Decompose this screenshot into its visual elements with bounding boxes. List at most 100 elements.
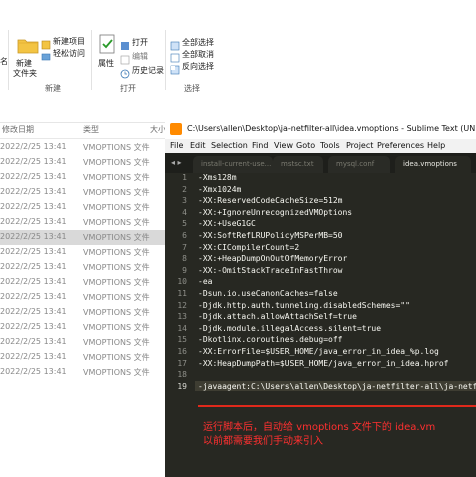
file-date: 2022/2/25 13:41 bbox=[0, 247, 67, 256]
edit-icon[interactable] bbox=[120, 50, 130, 65]
menu-find[interactable]: Find bbox=[252, 141, 268, 150]
sublime-logo-icon bbox=[170, 123, 182, 135]
file-date: 2022/2/25 13:41 bbox=[0, 337, 67, 346]
new-group-label: 新建 bbox=[45, 84, 61, 93]
code-line: -Dsun.io.useCanonCaches=false bbox=[198, 289, 338, 298]
partial-label: 名 bbox=[0, 57, 8, 66]
line-number: 18 bbox=[177, 370, 187, 380]
column-type-header[interactable]: 类型 bbox=[83, 124, 99, 135]
new-folder-icon[interactable] bbox=[17, 36, 39, 54]
properties-button[interactable]: 属性 bbox=[98, 58, 114, 69]
line-number: 10 bbox=[177, 277, 187, 287]
file-row[interactable]: 2022/2/25 13:41 VMOPTIONS 文件 bbox=[0, 140, 165, 155]
file-row[interactable]: 2022/2/25 13:41 VMOPTIONS 文件 bbox=[0, 305, 165, 320]
select-all-button[interactable]: 全部选择 bbox=[182, 37, 214, 48]
invert-selection-button[interactable]: 反向选择 bbox=[182, 61, 214, 72]
file-date: 2022/2/25 13:41 bbox=[0, 262, 67, 271]
file-row[interactable]: 2022/2/25 13:41 VMOPTIONS 文件 bbox=[0, 350, 165, 365]
tab-nav-arrows[interactable]: ◂ ▸ bbox=[171, 158, 182, 167]
explorer-ribbon: 名 新建 文件夹 新建项目 轻松访问 新建 属性 打开 编辑 历史记录 打开 全… bbox=[0, 0, 476, 101]
menu-file[interactable]: File bbox=[170, 141, 183, 150]
annotation-line-1: 运行脚本后，自动给 vmoptions 文件下的 idea.vm bbox=[203, 422, 436, 433]
select-group-label: 选择 bbox=[184, 84, 200, 93]
file-type: VMOPTIONS 文件 bbox=[83, 293, 150, 302]
file-row[interactable]: 2022/2/25 13:41 VMOPTIONS 文件 bbox=[0, 320, 165, 335]
open-icon[interactable] bbox=[120, 36, 130, 50]
file-row[interactable]: 2022/2/25 13:41 VMOPTIONS 文件 bbox=[0, 200, 165, 215]
line-number: 14 bbox=[177, 323, 187, 333]
open-button[interactable]: 打开 bbox=[132, 37, 148, 48]
file-row[interactable]: 2022/2/25 13:41 VMOPTIONS 文件 bbox=[0, 365, 165, 380]
file-date: 2022/2/25 13:41 bbox=[0, 322, 67, 331]
file-row[interactable]: 2022/2/25 13:41 VMOPTIONS 文件 bbox=[0, 290, 165, 305]
menu-project[interactable]: Project bbox=[346, 141, 373, 150]
history-icon[interactable] bbox=[120, 64, 130, 79]
select-none-icon[interactable] bbox=[170, 48, 180, 63]
file-row[interactable]: 2022/2/25 13:41 VMOPTIONS 文件 bbox=[0, 245, 165, 260]
tab-idea-vmoptions[interactable]: idea.vmoptions bbox=[395, 156, 471, 173]
file-row[interactable]: 2022/2/25 13:41 VMOPTIONS 文件 bbox=[0, 275, 165, 290]
file-type: VMOPTIONS 文件 bbox=[83, 323, 150, 332]
code-line: -XX:HeapDumpPath=$USER_HOME/java_error_i… bbox=[198, 358, 449, 368]
select-none-button[interactable]: 全部取消 bbox=[182, 49, 214, 60]
file-type: VMOPTIONS 文件 bbox=[83, 338, 150, 347]
code-line: -XX:ErrorFile=$USER_HOME/java_error_in_i… bbox=[198, 347, 439, 356]
file-date: 2022/2/25 13:41 bbox=[0, 352, 67, 361]
file-row[interactable]: 2022/2/25 13:41 VMOPTIONS 文件 bbox=[0, 335, 165, 350]
column-size-header[interactable]: 大小 bbox=[150, 124, 166, 135]
edit-button[interactable]: 编辑 bbox=[132, 51, 148, 62]
properties-icon[interactable] bbox=[99, 34, 115, 54]
line-number: 13 bbox=[177, 312, 187, 322]
file-type: VMOPTIONS 文件 bbox=[83, 143, 150, 152]
select-all-icon[interactable] bbox=[170, 36, 180, 51]
menu-tools[interactable]: Tools bbox=[320, 141, 340, 150]
line-number: 6 bbox=[182, 231, 187, 240]
menu-preferences[interactable]: Preferences bbox=[377, 141, 424, 150]
file-type: VMOPTIONS 文件 bbox=[83, 263, 150, 272]
easy-access-icon[interactable] bbox=[41, 47, 51, 61]
line-number: 11 bbox=[177, 289, 187, 298]
menu-selection[interactable]: Selection bbox=[211, 141, 248, 150]
code-line: -XX:-OmitStackTraceInFastThrow bbox=[198, 265, 343, 275]
tab-mstsc[interactable]: mstsc.txt bbox=[273, 156, 323, 173]
file-type: VMOPTIONS 文件 bbox=[83, 353, 150, 362]
line-gutter: 1 2 3 4 5 6 7 8 9 10 11 12 13 14 15 16 17 18 19 bbox=[165, 173, 195, 477]
annotation-line-2: 以前都需要我们手动来引入 bbox=[203, 436, 323, 447]
line-number: 8 bbox=[182, 254, 187, 264]
menu-view[interactable]: View bbox=[274, 141, 293, 150]
tab-install[interactable]: install-current-use... bbox=[193, 156, 273, 173]
column-date-header[interactable]: 修改日期 bbox=[2, 124, 34, 135]
file-row[interactable]: 2022/2/25 13:41 VMOPTIONS 文件 bbox=[0, 155, 165, 170]
code-line: -Dkotlinx.coroutines.debug=off bbox=[198, 335, 343, 345]
new-item-button[interactable]: 新建项目 bbox=[53, 36, 85, 47]
file-row[interactable]: 2022/2/25 13:41 VMOPTIONS 文件 bbox=[0, 260, 165, 275]
history-button[interactable]: 历史记录 bbox=[132, 65, 164, 76]
file-date: 2022/2/25 13:41 bbox=[0, 232, 67, 241]
tab-mysql[interactable]: mysql.conf bbox=[328, 156, 390, 173]
menu-edit[interactable]: Edit bbox=[190, 141, 206, 150]
open-group-label: 打开 bbox=[120, 84, 136, 93]
menu-goto[interactable]: Goto bbox=[296, 141, 315, 150]
red-underline bbox=[198, 405, 476, 407]
new-folder-label-2[interactable]: 文件夹 bbox=[13, 68, 37, 79]
title-bar: C:\Users\allen\Desktop\ja-netfilter-all\… bbox=[165, 119, 476, 139]
easy-access-button[interactable]: 轻松访问 bbox=[53, 48, 85, 59]
file-date: 2022/2/25 13:41 bbox=[0, 142, 67, 151]
file-date: 2022/2/25 13:41 bbox=[0, 277, 67, 286]
file-row[interactable]: 2022/2/25 13:41 VMOPTIONS 文件 bbox=[0, 185, 165, 200]
line-number: 19 bbox=[177, 381, 187, 391]
menu-bar: File Edit Selection Find View Goto Tools… bbox=[165, 139, 476, 153]
code-line: -XX:+HeapDumpOnOutOfMemoryError bbox=[198, 254, 348, 264]
file-row[interactable]: 2022/2/25 13:41 VMOPTIONS 文件 bbox=[0, 170, 165, 185]
invert-selection-icon[interactable] bbox=[170, 60, 180, 75]
menu-help[interactable]: Help bbox=[427, 141, 445, 150]
new-item-icon[interactable] bbox=[41, 35, 51, 50]
file-row[interactable]: 2022/2/25 13:41 VMOPTIONS 文件 bbox=[0, 215, 165, 230]
line-number: 16 bbox=[177, 347, 187, 356]
file-row[interactable]: 2022/2/25 13:41 VMOPTIONS 文件 bbox=[0, 230, 165, 245]
sublime-window: C:\Users\allen\Desktop\ja-netfilter-all\… bbox=[165, 119, 476, 477]
file-date: 2022/2/25 13:41 bbox=[0, 187, 67, 196]
file-type: VMOPTIONS 文件 bbox=[83, 203, 150, 212]
code-line: -Djdk.attach.allowAttachSelf=true bbox=[198, 312, 357, 322]
line-number: 7 bbox=[182, 242, 187, 252]
